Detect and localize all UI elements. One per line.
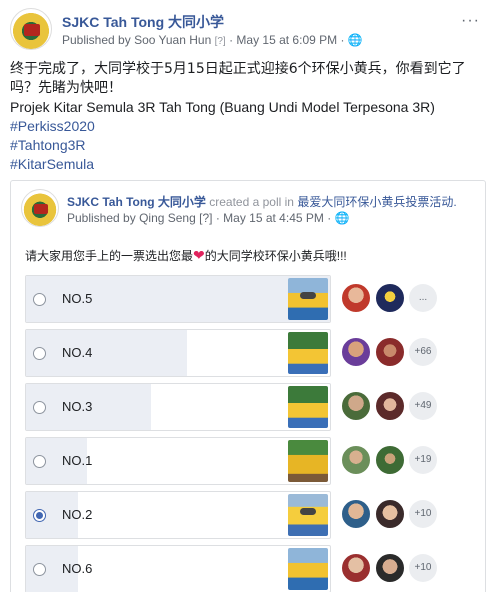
poll-option-bar[interactable]: NO.5	[25, 275, 331, 323]
poll-option-label: NO.5	[62, 291, 93, 306]
globe-icon: 🌐	[334, 211, 350, 225]
share-date-link[interactable]: May 15 at 4:45 PM	[223, 211, 324, 225]
voter-avatar[interactable]	[375, 553, 405, 583]
help-mark[interactable]: [?]	[215, 36, 226, 47]
poll-option-label: NO.6	[62, 561, 93, 576]
post-text-malay: Projek Kitar Semula 3R Tah Tong (Buang U…	[10, 99, 435, 115]
post-text: 终于完成了，大同学校于5月15日起正式迎接6个环保小黄兵，你看到它了吗？先睹为快…	[10, 60, 486, 174]
heart-icon: ❤	[193, 247, 205, 263]
voter-avatar[interactable]	[341, 445, 371, 475]
share-title: SJKC Tah Tong 大同小学 created a poll in 最爱大…	[67, 193, 457, 210]
hashtag-link[interactable]: #Perkiss2020	[10, 117, 486, 136]
poll-radio[interactable]	[33, 293, 46, 306]
poll-option-bar[interactable]: NO.4	[25, 329, 331, 377]
poll-option-fill	[26, 330, 188, 376]
author-link[interactable]: Qing Seng	[139, 211, 196, 225]
poll-option[interactable]: NO.2 +10	[25, 491, 469, 539]
published-prefix: Published by	[67, 211, 136, 225]
poll-option[interactable]: NO.5 ...	[25, 275, 469, 323]
globe-icon: 🌐	[347, 33, 363, 47]
share-header: SJKC Tah Tong 大同小学 created a poll in 最爱大…	[21, 189, 477, 229]
post-text-chinese: 终于完成了，大同学校于5月15日起正式迎接6个环保小黄兵，你看到它了吗？先睹为快…	[10, 61, 466, 96]
more-voters-button[interactable]: +66	[409, 338, 437, 366]
share-action: created a poll in	[209, 195, 294, 209]
mascot-photo[interactable]	[288, 494, 328, 536]
poll-option[interactable]: NO.4 +66	[25, 329, 469, 377]
meta-separator: ·	[327, 211, 332, 225]
voter-avatar[interactable]	[375, 391, 405, 421]
poll-radio[interactable]	[33, 455, 46, 468]
meta-separator: ·	[229, 33, 234, 47]
mascot-photo[interactable]	[288, 440, 328, 482]
page-avatar[interactable]	[10, 8, 52, 50]
poll-question: 请大家用您手上的一票选出您最❤的大同学校环保小黄兵哦!!!	[25, 247, 347, 264]
poll-option-label: NO.1	[62, 453, 93, 468]
page-name-link[interactable]: SJKC Tah Tong 大同小学	[67, 195, 206, 209]
help-mark[interactable]: [?]	[199, 211, 212, 225]
page-name-link[interactable]: SJKC Tah Tong 大同小学	[62, 12, 224, 32]
hashtag-link[interactable]: #Tahtong3R	[10, 136, 486, 155]
poll-radio[interactable]	[33, 401, 46, 414]
voter-avatar[interactable]	[341, 337, 371, 367]
poll-option-bar[interactable]: NO.3	[25, 383, 331, 431]
poll-option-label: NO.2	[62, 507, 93, 522]
more-options-icon[interactable]: ···	[461, 12, 480, 30]
poll-option-bar[interactable]: NO.1	[25, 437, 331, 485]
mascot-photo[interactable]	[288, 386, 328, 428]
voter-avatar[interactable]	[375, 283, 405, 313]
meta-separator: ·	[215, 211, 220, 225]
published-prefix: Published by	[62, 33, 131, 47]
school-crest-icon	[24, 24, 40, 36]
poll-radio[interactable]	[33, 563, 46, 576]
more-voters-button[interactable]: +10	[409, 554, 437, 582]
page-avatar[interactable]	[21, 189, 59, 227]
post-meta: Published by Soo Yuan Hun [?] · May 15 a…	[62, 33, 363, 47]
poll-radio[interactable]	[33, 347, 46, 360]
meta-separator: ·	[340, 33, 345, 47]
shared-poll-card: SJKC Tah Tong 大同小学 created a poll in 最爱大…	[10, 180, 486, 592]
voter-avatar[interactable]	[375, 337, 405, 367]
hashtag-link[interactable]: #KitarSemula	[10, 155, 486, 174]
post-date-link[interactable]: May 15 at 6:09 PM	[236, 33, 337, 47]
poll-question-text: 的大同学校环保小黄兵哦!!!	[204, 249, 347, 263]
poll-option-bar[interactable]: NO.2	[25, 491, 331, 539]
poll-radio-selected[interactable]	[33, 509, 46, 522]
poll-option[interactable]: NO.1 +19	[25, 437, 469, 485]
poll-option-bar[interactable]: NO.6	[25, 545, 331, 592]
poll-question-text: 请大家用您手上的一票选出您最	[25, 249, 194, 263]
voter-avatar[interactable]	[341, 283, 371, 313]
poll-option-label: NO.3	[62, 399, 93, 414]
voter-avatar[interactable]	[341, 553, 371, 583]
more-voters-button[interactable]: +49	[409, 392, 437, 420]
school-crest-icon	[34, 204, 48, 214]
mascot-photo[interactable]	[288, 278, 328, 320]
voter-avatar[interactable]	[341, 499, 371, 529]
voter-avatar[interactable]	[375, 445, 405, 475]
more-voters-button[interactable]: +10	[409, 500, 437, 528]
post-header: SJKC Tah Tong 大同小学 Published by Soo Yuan…	[10, 8, 486, 52]
voter-avatar[interactable]	[375, 499, 405, 529]
share-meta: Published by Qing Seng [?] · May 15 at 4…	[67, 211, 350, 225]
poll-option[interactable]: NO.3 +49	[25, 383, 469, 431]
poll-option[interactable]: NO.6 +10	[25, 545, 469, 592]
mascot-photo[interactable]	[288, 548, 328, 590]
author-link[interactable]: Soo Yuan Hun	[134, 33, 211, 47]
event-link[interactable]: 最爱大同环保小黄兵投票活动.	[297, 195, 456, 209]
voter-avatar[interactable]	[341, 391, 371, 421]
mascot-photo[interactable]	[288, 332, 328, 374]
more-voters-button[interactable]: +19	[409, 446, 437, 474]
poll-option-label: NO.4	[62, 345, 93, 360]
more-voters-button[interactable]: ...	[409, 284, 437, 312]
